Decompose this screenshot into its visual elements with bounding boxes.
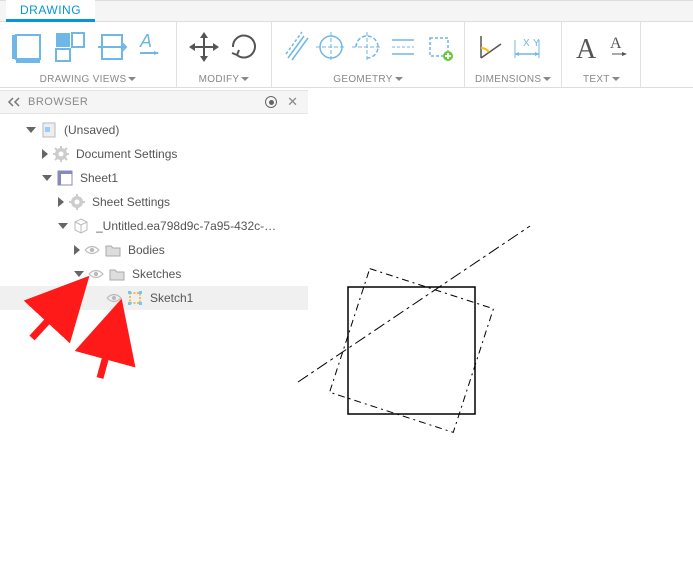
projected-view-icon[interactable] [52, 29, 88, 65]
tree-node-component[interactable]: _Untitled.ea798d9c-7a95-432c-… [0, 214, 308, 238]
svg-text:A: A [610, 35, 622, 52]
ribbon-group-modify: MODIFY [177, 22, 272, 87]
svg-text:A: A [576, 34, 597, 64]
text-icon[interactable]: A [572, 30, 602, 64]
collapse-panel-icon[interactable] [6, 94, 22, 110]
disclosure-icon[interactable] [74, 245, 80, 255]
detail-view-icon[interactable]: A [136, 29, 166, 65]
node-label: (Unsaved) [64, 123, 119, 137]
tree-node-sketches[interactable]: Sketches [0, 262, 308, 286]
ribbon-group-label: MODIFY [187, 74, 261, 85]
gear-icon [52, 145, 70, 163]
browser-header: BROWSER ✕ [0, 90, 308, 114]
ribbon-group-dimensions: XY DIMENSIONS [465, 22, 562, 87]
component-icon [72, 217, 90, 235]
rotate-icon[interactable] [227, 30, 261, 64]
browser-tree: (Unsaved) Document Settings Sheet1 [0, 114, 308, 314]
tree-node-doc-settings[interactable]: Document Settings [0, 142, 308, 166]
svg-text:Y: Y [533, 38, 540, 49]
disclosure-icon[interactable] [74, 271, 84, 277]
gear-icon [68, 193, 86, 211]
edge-extension-icon[interactable] [388, 30, 418, 64]
tree-node-sheet-settings[interactable]: Sheet Settings [0, 190, 308, 214]
ribbon-tabs: DRAWING [0, 0, 693, 22]
ribbon-group-text: A A TEXT [562, 22, 641, 87]
disclosure-icon[interactable] [26, 127, 36, 133]
node-label: Sketch1 [150, 291, 193, 305]
disclosure-icon[interactable] [42, 149, 48, 159]
disclosure-icon[interactable] [42, 175, 52, 181]
close-panel-icon[interactable]: ✕ [283, 94, 302, 110]
folder-icon [108, 265, 126, 283]
sketch-geometry-icon[interactable] [424, 30, 454, 64]
section-view-icon[interactable] [94, 29, 130, 65]
tree-node-sheet1[interactable]: Sheet1 [0, 166, 308, 190]
disclosure-icon[interactable] [58, 197, 64, 207]
ribbon: A DRAWING VIEWS MODIFY [0, 22, 693, 88]
ribbon-group-label: TEXT [572, 74, 630, 85]
node-label: _Untitled.ea798d9c-7a95-432c-… [96, 219, 276, 233]
sheet-icon [56, 169, 74, 187]
dimension-linear-icon[interactable]: XY [511, 30, 543, 64]
visibility-eye-icon[interactable] [84, 242, 100, 258]
tree-node-bodies[interactable]: Bodies [0, 238, 308, 262]
content-area: BROWSER ✕ (Unsaved) Document S [0, 88, 693, 570]
browser-panel: BROWSER ✕ (Unsaved) Document S [0, 90, 308, 314]
svg-text:X: X [523, 38, 530, 49]
folder-icon [104, 241, 122, 259]
node-label: Document Settings [76, 147, 177, 161]
browser-title: BROWSER [28, 96, 259, 108]
center-mark-circle-icon[interactable] [316, 30, 346, 64]
ribbon-group-drawing-views: A DRAWING VIEWS [0, 22, 177, 87]
base-view-icon[interactable] [10, 29, 46, 65]
disclosure-icon[interactable] [58, 223, 68, 229]
node-label: Sheet Settings [92, 195, 170, 209]
panel-options-icon[interactable] [265, 96, 277, 108]
drawing-doc-icon [40, 121, 58, 139]
visibility-eye-icon[interactable] [106, 290, 122, 306]
visibility-eye-icon[interactable] [88, 266, 104, 282]
center-mark-arc-icon[interactable] [352, 30, 382, 64]
tab-drawing[interactable]: DRAWING [6, 0, 95, 22]
ribbon-group-label: GEOMETRY [282, 74, 454, 85]
centerline-icon[interactable] [282, 30, 310, 64]
ribbon-group-label: DIMENSIONS [475, 74, 551, 85]
move-icon[interactable] [187, 30, 221, 64]
leader-text-icon[interactable]: A [608, 30, 630, 64]
ribbon-group-label: DRAWING VIEWS [10, 74, 166, 85]
node-label: Sheet1 [80, 171, 118, 185]
dimension-angle-icon[interactable] [475, 30, 505, 64]
node-label: Bodies [128, 243, 165, 257]
svg-text:A: A [139, 31, 152, 51]
tree-node-root[interactable]: (Unsaved) [0, 118, 308, 142]
tree-node-sketch1[interactable]: Sketch1 [0, 286, 308, 310]
sketch-icon [126, 289, 144, 307]
node-label: Sketches [132, 267, 181, 281]
ribbon-group-geometry: GEOMETRY [272, 22, 465, 87]
